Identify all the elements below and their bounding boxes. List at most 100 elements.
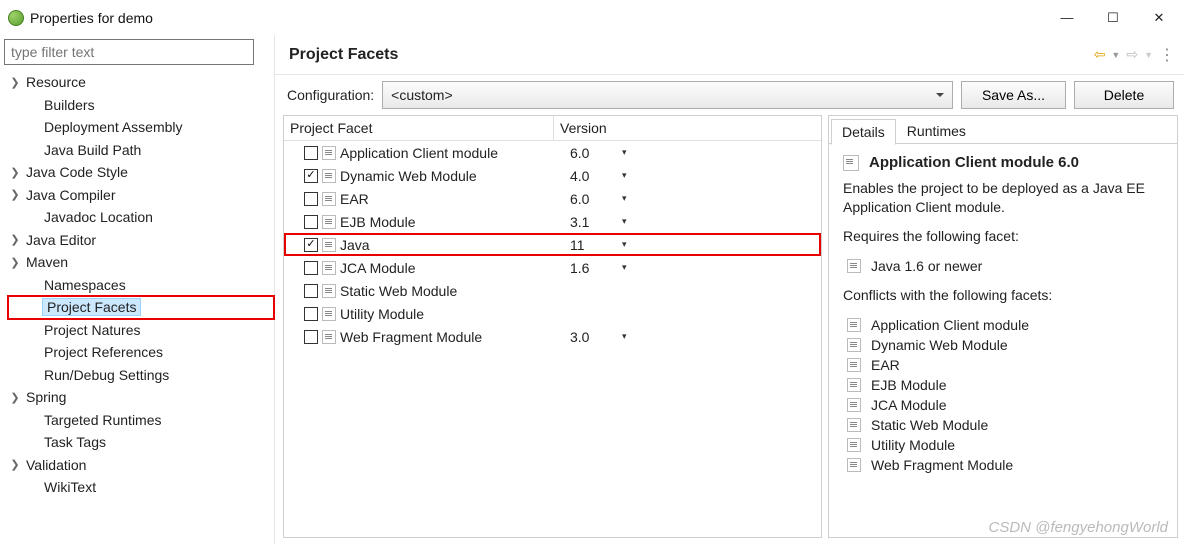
menu-icon[interactable]: ⋮ <box>1159 45 1176 65</box>
tree-item[interactable]: Javadoc Location <box>8 206 274 229</box>
list-item: EAR <box>847 355 1163 375</box>
tree-item[interactable]: ❯Validation <box>8 454 274 477</box>
list-item: JCA Module <box>847 395 1163 415</box>
list-item-label: EAR <box>871 357 900 373</box>
tree-item[interactable]: Project Facets <box>8 296 274 319</box>
list-item-label: Web Fragment Module <box>871 457 1013 473</box>
forward-icon[interactable]: ⇨ <box>1126 46 1138 63</box>
version-dropdown-icon[interactable]: ▾ <box>622 216 627 227</box>
version-dropdown-icon[interactable]: ▾ <box>622 193 627 204</box>
back-menu-icon[interactable]: ▼ <box>1111 50 1120 60</box>
facet-row[interactable]: Static Web Module <box>284 279 821 302</box>
facet-checkbox[interactable] <box>304 238 318 252</box>
tree-item-label: Namespaces <box>42 277 128 293</box>
version-dropdown-icon[interactable]: ▾ <box>622 170 627 181</box>
tree-item[interactable]: Deployment Assembly <box>8 116 274 139</box>
tree-item[interactable]: Project Natures <box>8 319 274 342</box>
tree-item[interactable]: ❯Maven <box>8 251 274 274</box>
facet-checkbox[interactable] <box>304 330 318 344</box>
tree-item-label: Spring <box>24 389 68 405</box>
facet-row[interactable]: Java11▾ <box>284 233 821 256</box>
facet-name: Java <box>340 237 566 253</box>
version-dropdown-icon[interactable]: ▾ <box>622 262 627 273</box>
facet-checkbox[interactable] <box>304 169 318 183</box>
tree-item-label: Maven <box>24 254 70 270</box>
configuration-select[interactable]: <custom> <box>382 81 953 109</box>
tree-item[interactable]: Targeted Runtimes <box>8 409 274 432</box>
facet-col-name[interactable]: Project Facet <box>284 116 554 140</box>
requires-label: Requires the following facet: <box>843 227 1163 246</box>
tree-item[interactable]: Run/Debug Settings <box>8 364 274 387</box>
facet-checkbox[interactable] <box>304 215 318 229</box>
facet-version: 3.1 <box>566 214 622 230</box>
expander-icon[interactable]: ❯ <box>8 76 22 89</box>
tab-runtimes[interactable]: Runtimes <box>896 118 977 144</box>
tree-item[interactable]: WikiText <box>8 476 274 499</box>
facet-row[interactable]: Utility Module <box>284 302 821 325</box>
forward-menu-icon: ▼ <box>1144 50 1153 60</box>
file-icon <box>847 318 861 332</box>
expander-icon[interactable]: ❯ <box>8 188 22 201</box>
tree-item[interactable]: Java Build Path <box>8 139 274 162</box>
tab-details[interactable]: Details <box>831 119 896 145</box>
list-item-label: Application Client module <box>871 317 1029 333</box>
tree-item-label: Validation <box>24 457 88 473</box>
file-icon <box>322 238 336 252</box>
file-icon <box>847 398 861 412</box>
tree-item-label: Javadoc Location <box>42 209 155 225</box>
facet-checkbox[interactable] <box>304 307 318 321</box>
file-icon <box>847 358 861 372</box>
facet-name: Utility Module <box>340 306 566 322</box>
minimize-button[interactable]: — <box>1044 3 1090 33</box>
facet-checkbox[interactable] <box>304 261 318 275</box>
facet-row[interactable]: JCA Module1.6▾ <box>284 256 821 279</box>
facet-row[interactable]: EAR6.0▾ <box>284 187 821 210</box>
tree-item-label: Java Editor <box>24 232 98 248</box>
list-item-label: Static Web Module <box>871 417 988 433</box>
tree-item[interactable]: Builders <box>8 94 274 117</box>
delete-button[interactable]: Delete <box>1074 81 1174 109</box>
maximize-button[interactable]: ☐ <box>1090 3 1136 33</box>
version-dropdown-icon[interactable]: ▾ <box>622 147 627 158</box>
list-item: Java 1.6 or newer <box>847 256 1163 276</box>
facet-row[interactable]: EJB Module3.1▾ <box>284 210 821 233</box>
save-as-button[interactable]: Save As... <box>961 81 1066 109</box>
expander-icon[interactable]: ❯ <box>8 233 22 246</box>
close-button[interactable]: ✕ <box>1136 3 1182 33</box>
expander-icon[interactable]: ❯ <box>8 458 22 471</box>
expander-icon[interactable]: ❯ <box>8 166 22 179</box>
filter-input[interactable] <box>4 39 254 65</box>
facet-col-version[interactable]: Version <box>554 116 821 140</box>
facet-name: EAR <box>340 191 566 207</box>
facet-name: Dynamic Web Module <box>340 168 566 184</box>
facet-row[interactable]: Dynamic Web Module4.0▾ <box>284 164 821 187</box>
page-title: Project Facets <box>289 46 1094 64</box>
tree-item[interactable]: Project References <box>8 341 274 364</box>
facet-row[interactable]: Application Client module6.0▾ <box>284 141 821 164</box>
file-icon <box>322 169 336 183</box>
tree-item-label: Resource <box>24 74 88 90</box>
tree-item[interactable]: Task Tags <box>8 431 274 454</box>
expander-icon[interactable]: ❯ <box>8 391 22 404</box>
tree-item[interactable]: ❯Java Editor <box>8 229 274 252</box>
back-icon[interactable]: ⇦ <box>1094 46 1106 63</box>
facet-version: 6.0 <box>566 191 622 207</box>
tree-item[interactable]: ❯Spring <box>8 386 274 409</box>
tree-item[interactable]: ❯Java Code Style <box>8 161 274 184</box>
file-icon <box>322 215 336 229</box>
facet-checkbox[interactable] <box>304 192 318 206</box>
facet-checkbox[interactable] <box>304 146 318 160</box>
tree-item[interactable]: Namespaces <box>8 274 274 297</box>
file-icon <box>847 458 861 472</box>
version-dropdown-icon[interactable]: ▾ <box>622 239 627 250</box>
tree-item[interactable]: ❯Java Compiler <box>8 184 274 207</box>
list-item: Dynamic Web Module <box>847 335 1163 355</box>
expander-icon[interactable]: ❯ <box>8 256 22 269</box>
file-icon <box>322 261 336 275</box>
facet-checkbox[interactable] <box>304 284 318 298</box>
facet-row[interactable]: Web Fragment Module3.0▾ <box>284 325 821 348</box>
version-dropdown-icon[interactable]: ▾ <box>622 331 627 342</box>
list-item: Static Web Module <box>847 415 1163 435</box>
file-icon <box>847 338 861 352</box>
tree-item[interactable]: ❯Resource <box>8 71 274 94</box>
